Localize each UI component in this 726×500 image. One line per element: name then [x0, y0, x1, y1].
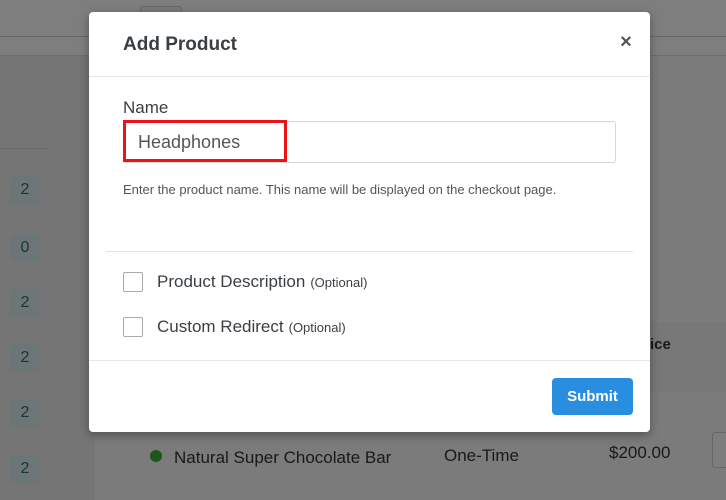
custom-redirect-checkbox[interactable] — [123, 317, 143, 337]
modal-title: Add Product — [123, 34, 237, 55]
close-icon[interactable]: × — [616, 31, 636, 53]
section-divider — [106, 251, 633, 252]
submit-button[interactable]: Submit — [552, 378, 633, 415]
optional-tag: (Optional) — [310, 274, 368, 290]
product-name-input[interactable] — [123, 121, 616, 163]
modal-footer-divider — [89, 360, 650, 361]
product-description-checkbox[interactable] — [123, 272, 143, 292]
name-help-text: Enter the product name. This name will b… — [123, 182, 557, 197]
option-label: Product Description — [157, 272, 306, 291]
add-product-modal: Add Product × Name Enter the product nam… — [89, 12, 650, 432]
optional-tag: (Optional) — [288, 319, 346, 335]
custom-redirect-option[interactable]: Custom Redirect (Optional) — [123, 316, 346, 338]
modal-header: Add Product × — [89, 12, 650, 77]
option-label: Custom Redirect — [157, 317, 284, 336]
name-label: Name — [123, 98, 169, 117]
product-description-option[interactable]: Product Description (Optional) — [123, 271, 367, 293]
